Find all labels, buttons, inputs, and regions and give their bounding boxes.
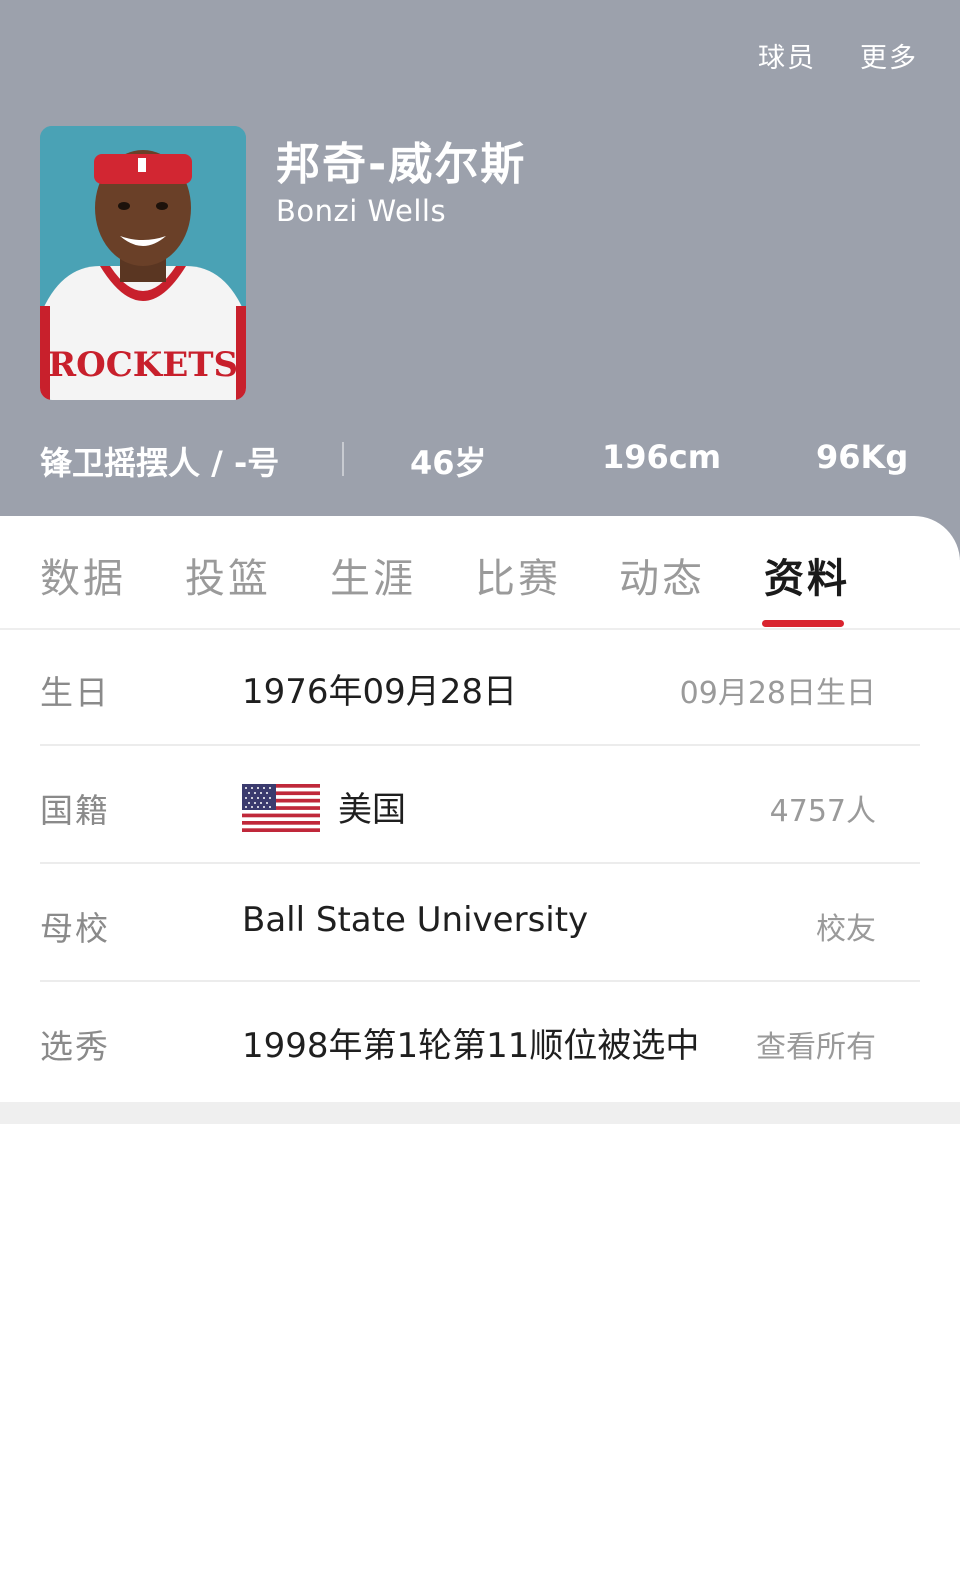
tab-news[interactable]: 动态 xyxy=(619,546,705,604)
player-height: 196cm xyxy=(602,438,722,476)
tab-career[interactable]: 生涯 xyxy=(330,546,416,604)
tab-bar: 数据 投篮 生涯 比赛 动态 资料 xyxy=(0,516,960,630)
nationality-label: 国籍 xyxy=(40,791,110,830)
more-button[interactable]: 更多 xyxy=(860,36,918,75)
top-actions: 球员 更多 xyxy=(758,36,918,75)
us-flag-icon xyxy=(242,784,320,832)
jersey-text: ROCKETS xyxy=(48,345,238,385)
player-age: 46岁 xyxy=(410,444,487,482)
content-panel: 数据 投篮 生涯 比赛 动态 资料 生日 1976年09月28日 09月28日生… xyxy=(0,516,960,1572)
draft-label: 选秀 xyxy=(40,1027,110,1066)
info-divider xyxy=(342,442,344,476)
birthday-link[interactable]: 09月28日生日 xyxy=(680,668,876,712)
birthday-value: 1976年09月28日 xyxy=(242,672,518,712)
player-position: 锋卫摇摆人 / -号 xyxy=(40,444,280,482)
active-tab-indicator xyxy=(762,620,844,627)
player-profile-page: 球员 更多 ROCKETS 邦奇-威尔斯 Bonzi Wells 锋卫摇摆人 /… xyxy=(0,0,960,1572)
player-name-en: Bonzi Wells xyxy=(276,194,447,228)
draft-value: 1998年第1轮第11顺位被选中 xyxy=(242,1026,700,1066)
birthday-label: 生日 xyxy=(40,673,110,712)
player-photo-icon: ROCKETS xyxy=(40,126,246,400)
player-name-cn: 邦奇-威尔斯 xyxy=(276,139,527,190)
college-label: 母校 xyxy=(40,909,110,948)
alumni-link[interactable]: 校友 xyxy=(816,904,876,948)
college-value: Ball State University xyxy=(242,900,589,940)
player-weight: 96Kg xyxy=(816,438,909,476)
player-avatar: ROCKETS xyxy=(40,126,246,400)
tab-stats[interactable]: 数据 xyxy=(40,546,126,604)
tab-games[interactable]: 比赛 xyxy=(475,546,561,604)
section-separator xyxy=(0,1102,960,1124)
nationality-value: 美国 xyxy=(338,790,406,830)
tab-shooting[interactable]: 投篮 xyxy=(185,546,271,604)
view-all-draft-link[interactable]: 查看所有 xyxy=(756,1022,876,1066)
profile-row-college: 母校 Ball State University 校友 xyxy=(40,864,920,982)
profile-row-nationality: 国籍 美国 4757人 xyxy=(40,746,920,864)
nationality-count-link[interactable]: 4757人 xyxy=(770,786,876,830)
profile-row-birthday: 生日 1976年09月28日 09月28日生日 xyxy=(40,628,920,746)
profile-row-draft: 选秀 1998年第1轮第11顺位被选中 查看所有 xyxy=(40,982,920,1100)
player-info-row: 锋卫摇摆人 / -号 46岁 196cm 96Kg xyxy=(40,434,920,484)
players-button[interactable]: 球员 xyxy=(758,36,816,75)
player-header: 球员 更多 ROCKETS 邦奇-威尔斯 Bonzi Wells 锋卫摇摆人 /… xyxy=(0,0,960,560)
tab-profile[interactable]: 资料 xyxy=(764,546,850,604)
